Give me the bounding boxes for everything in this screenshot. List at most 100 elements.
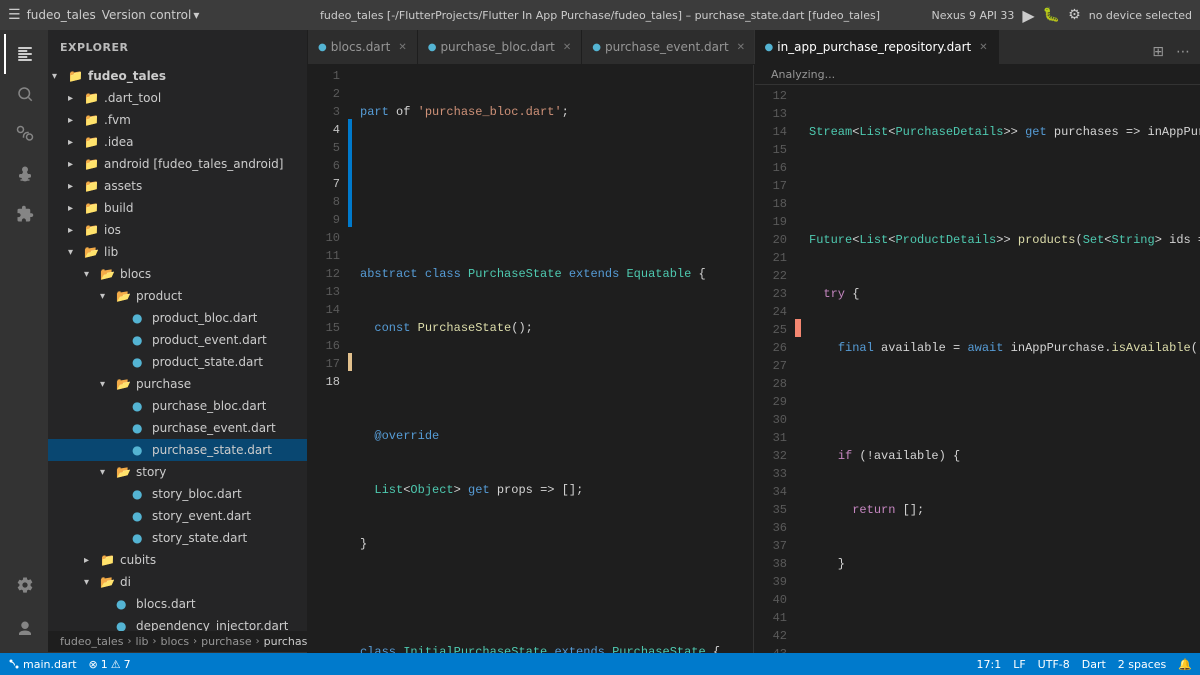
- hamburger-icon[interactable]: ☰: [8, 7, 21, 23]
- code-line-2: [360, 157, 753, 175]
- tab-label: blocs.dart: [331, 40, 391, 54]
- folder-open-icon: 📂: [116, 465, 132, 479]
- no-device-selector[interactable]: no device selected: [1089, 9, 1192, 22]
- activity-debug[interactable]: [4, 154, 44, 194]
- line-col-text: 17:1: [977, 658, 1002, 671]
- activity-search[interactable]: [4, 74, 44, 114]
- file-icon: ●: [132, 443, 148, 457]
- code-content[interactable]: part of 'purchase_bloc.dart'; abstract c…: [352, 65, 753, 653]
- right-code-content[interactable]: Stream<List<PurchaseDetails>> get purcha…: [801, 85, 1200, 653]
- status-bar: main.dart ⊗ 1 ⚠ 7 17:1 LF UTF-8 Dart 2 s…: [0, 653, 1200, 675]
- activity-account[interactable]: [4, 609, 44, 649]
- breadcrumb-item-blocs[interactable]: blocs: [161, 635, 190, 648]
- activity-explorer[interactable]: [4, 34, 44, 74]
- version-control-btn[interactable]: Version control ▾: [102, 8, 200, 22]
- code-line-11: class InitialPurchaseState extends Purch…: [360, 643, 753, 653]
- sidebar-item-purchase-bloc[interactable]: ▸ ● purchase_bloc.dart: [48, 395, 307, 417]
- tab-in-app-purchase-repo[interactable]: ● in_app_purchase_repository.dart ✕: [755, 30, 999, 64]
- item-label: purchase_bloc.dart: [152, 399, 266, 413]
- status-line-ending[interactable]: LF: [1013, 658, 1025, 671]
- sidebar-item-assets[interactable]: ▸ 📁 assets: [48, 175, 307, 197]
- sidebar-item-purchase-event[interactable]: ▸ ● purchase_event.dart: [48, 417, 307, 439]
- sidebar-item-lib[interactable]: ▾ 📂 lib: [48, 241, 307, 263]
- sidebar-item-product-bloc[interactable]: ▸ ● product_bloc.dart: [48, 307, 307, 329]
- sidebar-item-di[interactable]: ▾ 📂 di: [48, 571, 307, 593]
- activity-extensions[interactable]: [4, 194, 44, 234]
- folder-icon: 📁: [84, 179, 100, 193]
- collapse-arrow: ▾: [52, 71, 68, 82]
- rline-16: final available = await inAppPurchase.is…: [809, 339, 1200, 357]
- tab-purchase-bloc[interactable]: ● purchase_bloc.dart ✕: [418, 30, 583, 64]
- line-numbers: 1 2 3 4 5 6 7 8 9 10 11 12 13 14: [308, 65, 348, 653]
- close-icon[interactable]: ✕: [737, 42, 745, 53]
- split-editor-icon[interactable]: ⊞: [1148, 40, 1168, 64]
- more-actions-icon[interactable]: ⋯: [1172, 40, 1194, 64]
- activity-settings[interactable]: [4, 565, 44, 605]
- device-selector[interactable]: Nexus 9 API 33: [932, 9, 1015, 22]
- item-label: build: [104, 201, 134, 215]
- file-icon: ●: [132, 355, 148, 369]
- sidebar-item-story[interactable]: ▾ 📂 story: [48, 461, 307, 483]
- sidebar-item-blocs-dart[interactable]: ▸ ● blocs.dart: [48, 593, 307, 615]
- sidebar-item-dart-tool[interactable]: ▸ 📁 .dart_tool: [48, 87, 307, 109]
- tab-purchase-event[interactable]: ● purchase_event.dart ✕: [582, 30, 754, 64]
- item-label: purchase: [136, 377, 191, 391]
- breadcrumb-item-root[interactable]: fudeo_tales: [60, 635, 123, 648]
- close-icon[interactable]: ✕: [398, 42, 406, 53]
- sidebar-item-fvm[interactable]: ▸ 📁 .fvm: [48, 109, 307, 131]
- sidebar-item-android[interactable]: ▸ 📁 android [fudeo_tales_android]: [48, 153, 307, 175]
- folder-open-icon: 📂: [116, 377, 132, 391]
- status-bell[interactable]: 🔔: [1178, 658, 1192, 671]
- status-spaces[interactable]: 2 spaces: [1118, 658, 1167, 671]
- folder-open-icon: 📂: [84, 245, 100, 259]
- folder-icon: 📁: [84, 135, 100, 149]
- sidebar-item-idea[interactable]: ▸ 📁 .idea: [48, 131, 307, 153]
- breadcrumb-sep: ›: [127, 636, 131, 647]
- item-label: lib: [104, 245, 118, 259]
- sidebar-item-dependency-injector[interactable]: ▸ ● dependency_injector.dart: [48, 615, 307, 631]
- sidebar-item-product[interactable]: ▾ 📂 product: [48, 285, 307, 307]
- sidebar-item-story-state[interactable]: ▸ ● story_state.dart: [48, 527, 307, 549]
- item-label: story_bloc.dart: [152, 487, 242, 501]
- breadcrumb-item-lib[interactable]: lib: [135, 635, 148, 648]
- sidebar-item-product-state[interactable]: ▸ ● product_state.dart: [48, 351, 307, 373]
- breadcrumb-item-purchase[interactable]: purchase: [201, 635, 252, 648]
- sidebar-item-build[interactable]: ▸ 📁 build: [48, 197, 307, 219]
- tab-blocs[interactable]: ● blocs.dart ✕: [308, 30, 418, 64]
- file-icon: ●: [116, 619, 132, 631]
- code-line-3: [360, 211, 753, 229]
- item-label: blocs.dart: [136, 597, 196, 611]
- item-label: dependency_injector.dart: [136, 619, 288, 631]
- sidebar-item-story-bloc[interactable]: ▸ ● story_bloc.dart: [48, 483, 307, 505]
- sidebar-item-blocs[interactable]: ▾ 📂 blocs: [48, 263, 307, 285]
- folder-icon: 📁: [84, 201, 100, 215]
- sidebar-item-cubits[interactable]: ▸ 📁 cubits: [48, 549, 307, 571]
- sidebar-item-purchase-state[interactable]: ▸ ● purchase_state.dart: [48, 439, 307, 461]
- close-icon[interactable]: ✕: [563, 42, 571, 53]
- item-label: purchase_state.dart: [152, 443, 272, 457]
- status-branch[interactable]: main.dart: [8, 658, 77, 671]
- status-line-col[interactable]: 17:1: [977, 658, 1002, 671]
- editor-split: 1 2 3 4 5 6 7 8 9 10 11 12 13 14: [308, 65, 1200, 653]
- file-icon: ●: [132, 311, 148, 325]
- run-btn[interactable]: ▶: [1022, 6, 1034, 25]
- left-editor-content[interactable]: 1 2 3 4 5 6 7 8 9 10 11 12 13 14: [308, 65, 753, 653]
- sidebar-root-item[interactable]: ▾ 📁 fudeo_tales: [48, 65, 307, 87]
- activity-source-control[interactable]: [4, 114, 44, 154]
- status-language[interactable]: Dart: [1082, 658, 1106, 671]
- sidebar-item-story-event[interactable]: ▸ ● story_event.dart: [48, 505, 307, 527]
- sidebar-item-ios[interactable]: ▸ 📁 ios: [48, 219, 307, 241]
- code-line-5: const PurchaseState();: [360, 319, 753, 337]
- item-label: blocs: [120, 267, 151, 281]
- status-encoding[interactable]: UTF-8: [1038, 658, 1070, 671]
- language-text: Dart: [1082, 658, 1106, 671]
- status-errors[interactable]: ⊗ 1 ⚠ 7: [89, 658, 131, 671]
- project-label[interactable]: fudeo_tales: [27, 8, 96, 22]
- debug-btn[interactable]: 🐛: [1043, 7, 1060, 23]
- sidebar-item-product-event[interactable]: ▸ ● product_event.dart: [48, 329, 307, 351]
- close-icon[interactable]: ✕: [979, 42, 987, 53]
- right-editor-content[interactable]: 12 13 14 15 16 17 18 19 20 21 22 23 24 2…: [755, 85, 1200, 653]
- warning-icon: ⚠: [111, 658, 121, 671]
- settings-icon[interactable]: ⚙: [1068, 7, 1081, 23]
- sidebar-item-purchase[interactable]: ▾ 📂 purchase: [48, 373, 307, 395]
